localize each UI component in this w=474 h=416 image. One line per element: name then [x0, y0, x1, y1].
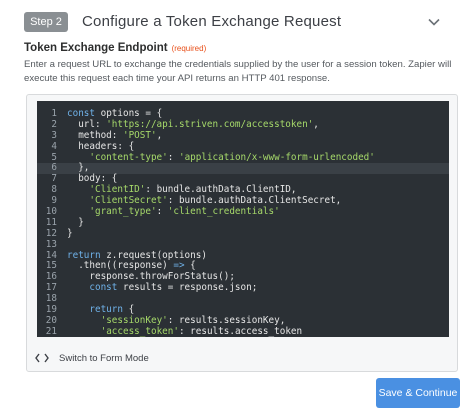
line-number: 1	[51, 108, 57, 119]
code-text: 'grant_type': 'client_credentials'	[63, 206, 280, 218]
code-token: results = response.json;	[117, 282, 258, 294]
code-token: return	[89, 304, 123, 316]
code-line[interactable]: 10 'grant_type': 'client_credentials'	[37, 206, 449, 218]
code-line[interactable]: 21 'access_token': results.access_token	[37, 325, 449, 337]
code-token: },	[67, 162, 90, 174]
code-token: 'sessionKey'	[100, 314, 168, 326]
code-token: z.request(options)	[100, 249, 207, 261]
switch-to-form-mode-link[interactable]: Switch to Form Mode	[35, 351, 149, 365]
code-token: }	[67, 227, 73, 239]
code-token: options = {	[95, 108, 163, 119]
step-header[interactable]: Step 2 Configure a Token Exchange Reques…	[0, 0, 474, 44]
chevron-down-icon[interactable]	[428, 16, 440, 28]
code-token: : bundle.authData.ClientSecret,	[167, 195, 342, 207]
code-line[interactable]: 11 }	[37, 216, 449, 229]
field-label-text: Token Exchange Endpoint	[24, 42, 168, 54]
code-token: return	[67, 249, 101, 261]
line-number: 4	[51, 140, 57, 152]
code-text: }	[63, 227, 73, 240]
help-text: Enter a request URL to exchange the cred…	[24, 59, 452, 84]
step-title: Configure a Token Exchange Request	[82, 13, 342, 30]
code-text: 'access_token': results.access_token	[63, 325, 303, 337]
code-token: 'https://api.striven.com/accesstoken'	[106, 118, 314, 130]
code-token: const	[67, 108, 95, 119]
code-token: :	[167, 151, 179, 163]
code-line[interactable]: 5 'content-type': 'application/x-www-for…	[37, 151, 449, 164]
line-number: 3	[51, 129, 57, 141]
code-brackets-icon	[35, 353, 49, 363]
code-token: {	[122, 304, 135, 316]
code-text: 'content-type': 'application/x-www-form-…	[63, 151, 375, 164]
code-token: 'client_credentials'	[167, 206, 280, 218]
code-token: =>	[173, 260, 185, 272]
code-token: url:	[67, 118, 107, 130]
code-line[interactable]: 17 const results = response.json;	[37, 282, 449, 294]
line-number: 6	[51, 162, 57, 174]
code-token: 'POST'	[122, 129, 157, 141]
switch-mode-label: Switch to Form Mode	[59, 352, 149, 364]
step-badge: Step 2	[24, 12, 68, 32]
save-continue-button[interactable]: Save & Continue	[376, 378, 460, 408]
field-label: Token Exchange Endpoint (required)	[24, 42, 206, 54]
code-token: : bundle.authData.ClientID,	[145, 184, 297, 196]
code-token: method:	[67, 129, 123, 141]
code-token: ,	[156, 129, 163, 141]
code-token: 'ClientSecret'	[89, 195, 168, 207]
code-token: :	[156, 206, 168, 218]
code-token: const	[89, 282, 118, 294]
code-token: : results.sessionKey,	[167, 314, 286, 326]
code-token: 'access_token'	[100, 325, 179, 337]
code-token: ,	[313, 118, 319, 130]
code-token: body: {	[67, 173, 118, 185]
code-editor-container: 1 const options = { 2 url: 'https://api.st…	[26, 94, 458, 372]
code-token: 'grant_type'	[89, 206, 157, 218]
code-token: 'ClientID'	[89, 184, 146, 196]
code-token: headers: {	[67, 140, 135, 152]
code-token: response.throwForStatus();	[67, 271, 235, 283]
line-number: 13	[45, 238, 57, 250]
code-token: 'application/x-www-form-urlencoded'	[178, 151, 375, 163]
required-marker: (required)	[171, 44, 207, 53]
code-token: {	[184, 260, 196, 272]
code-lines: 1 const options = { 2 url: 'https://api.st…	[37, 108, 449, 337]
code-token: .then((response)	[67, 260, 174, 272]
code-token: 'content-type'	[89, 151, 168, 163]
code-line[interactable]: 12}	[37, 227, 449, 240]
code-token: }	[67, 216, 84, 228]
code-token: : results.access_token	[178, 325, 303, 337]
line-number: 2	[51, 118, 57, 130]
line-number: 8	[51, 184, 57, 196]
line-number: 7	[51, 173, 57, 185]
code-editor[interactable]: 1 const options = { 2 url: 'https://api.st…	[37, 101, 449, 337]
line-number: 21	[45, 325, 57, 337]
code-text: const results = response.json;	[63, 282, 258, 294]
line-number: 5	[51, 151, 57, 163]
